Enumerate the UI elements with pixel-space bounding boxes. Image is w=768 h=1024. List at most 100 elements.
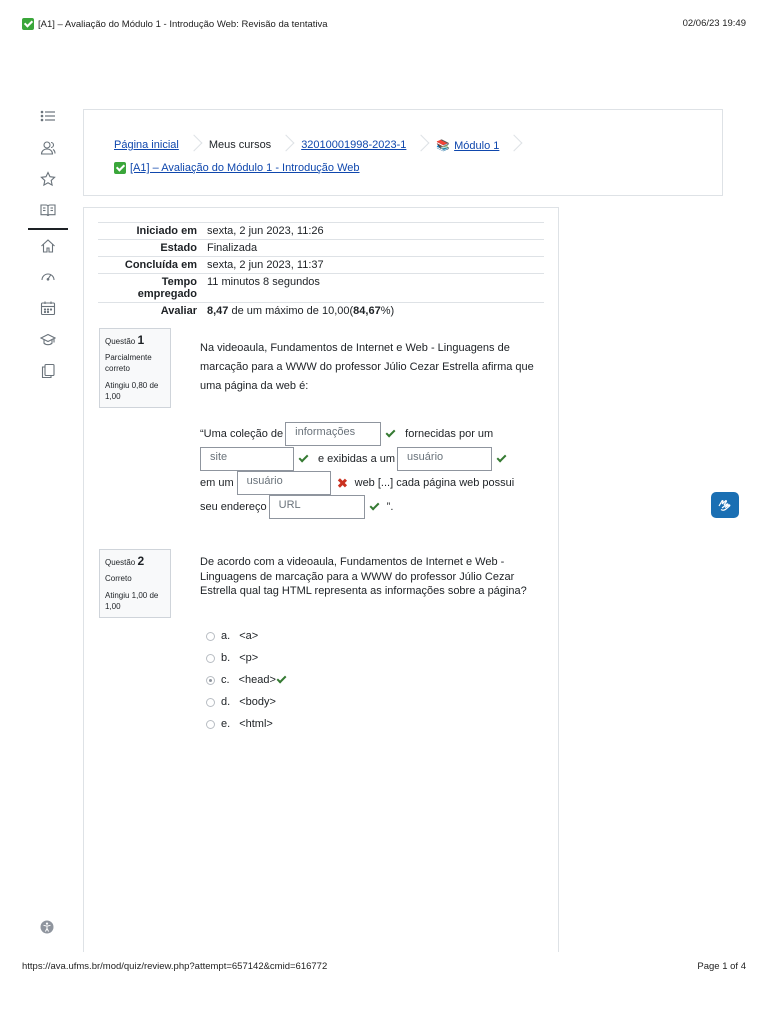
active-indicator (28, 228, 68, 230)
question-2-text: De acordo com a videoaula, Fundamentos d… (200, 556, 527, 597)
calendar-icon[interactable] (40, 300, 56, 316)
cloze-answer-5[interactable]: URL (268, 495, 365, 519)
question-label: Questão (105, 558, 136, 567)
cloze-answer-1[interactable]: informações (285, 422, 382, 446)
grade-end: %) (380, 305, 395, 317)
summary-grade-value: 8,47 de um máximo de 10,00(84,67%) (205, 302, 544, 319)
cloze-text: e exibidas a um (318, 453, 396, 465)
table-row: Tempo empregado 11 minutos 8 segundos (98, 273, 544, 303)
breadcrumb: Página inicial Meus cursos 32010001998-2… (114, 134, 529, 156)
radio-button[interactable] (206, 697, 215, 707)
option-text: <body> (239, 696, 276, 708)
hands-icon (718, 500, 731, 511)
correct-icon (385, 429, 395, 439)
cloze-row: em um usuário web [...] cada página web … (200, 471, 514, 495)
breadcrumb-my-courses: Meus cursos (208, 139, 272, 151)
cloze-answer-2[interactable]: site (200, 447, 294, 471)
question-1-text: Na videoaula, Fundamentos de Internet e … (200, 342, 534, 392)
books-icon: 📚 (436, 139, 451, 152)
summary-value: 11 minutos 8 segundos (205, 273, 544, 303)
correct-icon (276, 675, 286, 685)
answer-option-selected[interactable]: c. <head> (206, 674, 290, 686)
question-grade: Atingiu 0,80 de 1,00 (105, 381, 159, 401)
option-letter: d. (221, 696, 231, 708)
cloze-row: “Uma coleção de informações fornecidas p… (200, 422, 493, 446)
answer-option[interactable]: a. <a> (206, 630, 258, 642)
table-row: Estado Finalizada (98, 239, 544, 257)
breadcrumb-quiz-row: [A1] – Avaliação do Módulo 1 - Introduçã… (114, 162, 360, 174)
correct-icon (298, 454, 308, 464)
correct-icon (496, 454, 506, 464)
grade-score: 8,47 (207, 305, 229, 317)
print-page-number: Page 1 of 4 (697, 961, 746, 972)
grade-percent: 84,67 (353, 305, 381, 317)
radio-button[interactable] (206, 631, 215, 641)
correct-icon (369, 502, 379, 512)
option-letter: b. (221, 652, 231, 664)
sign-language-button[interactable] (711, 492, 739, 518)
breadcrumb-card: Página inicial Meus cursos 32010001998-2… (83, 109, 723, 196)
radio-button-checked[interactable] (206, 675, 215, 685)
print-datetime: 02/06/23 19:49 (682, 18, 746, 29)
summary-label: Concluída em (98, 256, 205, 274)
option-text: <head> (238, 674, 276, 686)
breadcrumb-course-link[interactable]: 32010001998-2023-1 (301, 139, 406, 151)
users-icon[interactable] (40, 140, 56, 156)
nav-rail (28, 100, 68, 950)
option-letter: e. (221, 718, 231, 730)
option-text: <html> (239, 718, 273, 730)
radio-button[interactable] (206, 653, 215, 663)
cloze-answer-4[interactable]: usuário (236, 471, 331, 495)
cloze-row: site e exibidas a um usuário (200, 447, 510, 471)
book-icon[interactable] (40, 202, 56, 218)
answer-option[interactable]: b. <p> (206, 652, 258, 664)
question-label: Questão (105, 337, 136, 346)
summary-label: Tempo empregado (98, 273, 205, 303)
breadcrumb-home-link[interactable]: Página inicial (114, 139, 179, 151)
grade-max: de um máximo de 10,00( (228, 305, 354, 317)
print-header: [A1] – Avaliação do Módulo 1 - Introduçã… (22, 18, 328, 30)
breadcrumb-separator (507, 134, 521, 156)
radio-button[interactable] (206, 719, 215, 729)
check-mark-icon (22, 18, 34, 30)
breadcrumb-module-link[interactable]: 📚 Módulo 1 (436, 139, 499, 152)
question-2-info: Questão 2 Correto Atingiu 1,00 de 1,00 (99, 549, 171, 618)
question-number: Questão 1 (105, 333, 165, 347)
dashboard-icon[interactable] (40, 268, 56, 284)
copy-icon[interactable] (40, 363, 56, 379)
question-1-cloze: “Uma coleção de informações fornecidas p… (200, 422, 540, 522)
question-state: Correto (105, 574, 132, 583)
summary-label: Estado (98, 239, 205, 257)
document-title: [A1] – Avaliação do Módulo 1 - Introduçã… (38, 18, 328, 30)
breadcrumb-separator (279, 134, 293, 156)
option-letter: a. (221, 630, 231, 642)
home-icon[interactable] (40, 238, 56, 254)
table-row: Iniciado em sexta, 2 jun 2023, 11:26 (98, 222, 544, 240)
cloze-text: web [...] cada página web possui (354, 477, 515, 489)
breadcrumb-separator (187, 134, 201, 156)
breadcrumb-separator (414, 134, 428, 156)
answer-option[interactable]: d. <body> (206, 696, 276, 708)
summary-value: sexta, 2 jun 2023, 11:37 (205, 256, 544, 274)
graduation-cap-icon[interactable] (40, 332, 56, 348)
option-letter: c. (221, 674, 230, 686)
answer-option[interactable]: e. <html> (206, 718, 273, 730)
cloze-text: fornecidas por um (405, 428, 494, 440)
quiz-review-content: Iniciado em sexta, 2 jun 2023, 11:26 Est… (83, 207, 559, 952)
incorrect-icon (337, 478, 347, 488)
cloze-text: seu endereço (200, 501, 267, 513)
cloze-text: “Uma coleção de (200, 428, 284, 440)
option-text: <p> (239, 652, 259, 664)
cloze-text: em um (200, 477, 234, 489)
breadcrumb-quiz-link[interactable]: [A1] – Avaliação do Módulo 1 - Introduçã… (130, 162, 360, 174)
table-row: Avaliar 8,47 de um máximo de 10,00(84,67… (98, 302, 544, 319)
question-number-value: 1 (137, 333, 145, 347)
accessibility-icon[interactable] (40, 920, 54, 934)
cloze-answer-3[interactable]: usuário (397, 447, 493, 471)
star-icon[interactable] (40, 171, 56, 187)
cloze-row: seu endereço URL ”. (200, 495, 393, 519)
summary-value: Finalizada (205, 239, 544, 257)
list-icon[interactable] (40, 108, 56, 124)
summary-value: sexta, 2 jun 2023, 11:26 (205, 222, 544, 240)
summary-label: Iniciado em (98, 222, 205, 240)
